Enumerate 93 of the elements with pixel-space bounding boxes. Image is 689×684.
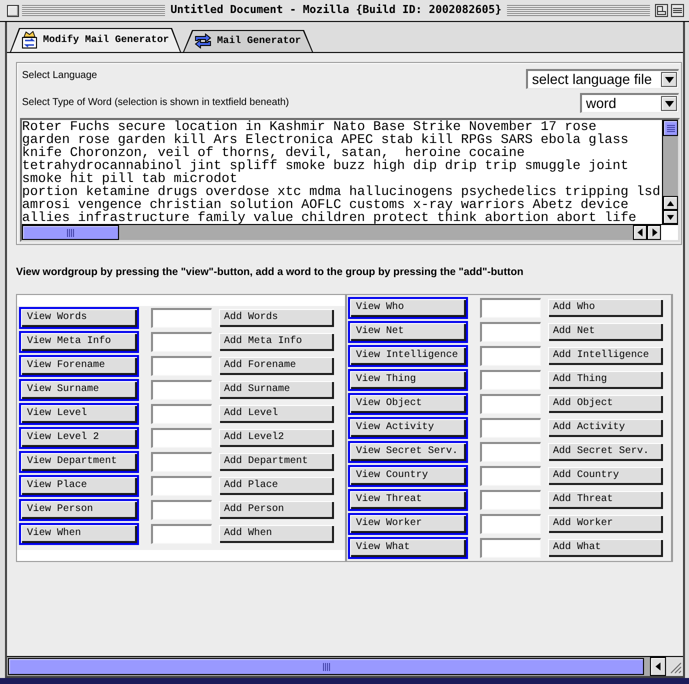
view-button[interactable]: View Object — [348, 393, 468, 415]
add-button[interactable]: Add Department — [219, 453, 334, 471]
add-button[interactable]: Add When — [219, 525, 334, 543]
view-button[interactable]: View Threat — [348, 489, 468, 511]
word-input[interactable] — [480, 418, 541, 438]
view-button[interactable]: View Secret Serv. — [348, 441, 468, 463]
view-button[interactable]: View Country — [348, 465, 468, 487]
view-button[interactable]: View Department — [19, 451, 139, 473]
text-area[interactable] — [20, 118, 680, 242]
resize-grip-icon[interactable] — [666, 657, 683, 676]
add-button[interactable]: Add Object — [548, 395, 663, 413]
add-button[interactable]: Add Level2 — [219, 429, 334, 447]
add-button[interactable]: Add Activity — [548, 419, 663, 437]
left-arrow-icon — [636, 228, 644, 237]
add-button[interactable]: Add Meta Info — [219, 333, 334, 351]
word-input[interactable] — [480, 298, 541, 318]
dropdown-arrow-icon — [664, 100, 674, 106]
scroll-up-button[interactable] — [663, 196, 678, 210]
word-input[interactable] — [480, 514, 541, 534]
add-button[interactable]: Add Net — [548, 323, 663, 341]
add-button[interactable]: Add Surname — [219, 381, 334, 399]
instruction-text: View wordgroup by pressing the "view"-button, add a word to the group by pressing the "add"-button — [16, 265, 524, 279]
view-button[interactable]: View Level — [19, 403, 139, 425]
view-button[interactable]: View Activity — [348, 417, 468, 439]
text-area-value: Roter Fuchs secure location in Kashmir Nato Base Strike November 17 rose garden rose garden kill Ars Electronica APEC stab kill RPGs SARS ebola glass knife Choronzon, veil of thorns, devil, satan, heroine cocaine tetrahydrocannabinol jint spliff smoke buzz high dip drip trip smuggle joint smoke hit pill tab microdot portion ketamine drugs overdose xtc mdma hallucinogens psychedelics tripping lsd amrosi vengence christian solution AOFLC customs x-ray warriors Abetz device allies infrastructure family value children protect think abortion abort life — [22, 120, 662, 224]
add-button[interactable]: Add Intelligence — [548, 347, 663, 365]
scroll-down-button[interactable] — [663, 210, 678, 224]
word-input[interactable] — [480, 394, 541, 414]
add-button[interactable]: Add Secret Serv. — [548, 443, 663, 461]
add-button[interactable]: Add Person — [219, 501, 334, 519]
language-label: Select Language — [22, 70, 98, 82]
scroll-left-button[interactable] — [650, 657, 666, 676]
right-arrow-icon — [650, 228, 658, 237]
scrollbar-thumb[interactable] — [22, 225, 119, 240]
tab[interactable]: Mail Generator — [183, 30, 314, 52]
add-button[interactable]: Add What — [548, 539, 663, 557]
add-button[interactable]: Add Worker — [548, 515, 663, 533]
view-button[interactable]: View Person — [19, 499, 139, 521]
view-button[interactable]: View Net — [348, 321, 468, 343]
word-input[interactable] — [480, 346, 541, 366]
add-button[interactable]: Add Words — [219, 309, 334, 327]
scroll-right-button[interactable] — [647, 225, 661, 240]
scroll-left-button[interactable] — [633, 225, 647, 240]
view-button[interactable]: View Place — [19, 475, 139, 497]
word-input[interactable] — [151, 452, 212, 472]
word-input[interactable] — [151, 524, 212, 544]
view-button[interactable]: View Worker — [348, 513, 468, 535]
view-button[interactable]: View When — [19, 523, 139, 545]
add-button[interactable]: Add Country — [548, 467, 663, 485]
word-input[interactable] — [480, 370, 541, 390]
view-button[interactable]: View Meta Info — [19, 331, 139, 353]
add-button[interactable]: Add Forename — [219, 357, 334, 375]
window-title: Untitled Document - Mozilla {Build ID: 2002082605} — [169, 2, 503, 18]
add-button[interactable]: Add Threat — [548, 491, 663, 509]
add-button[interactable]: Add Level — [219, 405, 334, 423]
letter-arrows-icon — [21, 31, 38, 49]
word-input[interactable] — [151, 404, 212, 424]
word-input[interactable] — [151, 476, 212, 496]
word-type-select[interactable]: word — [580, 93, 679, 113]
word-input[interactable] — [480, 442, 541, 462]
left-arrow-icon — [654, 662, 662, 671]
word-input[interactable] — [151, 500, 212, 520]
tab[interactable]: Modify Mail Generator — [10, 28, 182, 52]
view-button[interactable]: View Level 2 — [19, 427, 139, 449]
view-button[interactable]: View Thing — [348, 369, 468, 391]
down-arrow-icon — [666, 212, 675, 222]
add-button[interactable]: Add Thing — [548, 371, 663, 389]
word-type-label: Select Type of Word (selection is shown in textfield beneath) — [22, 97, 289, 109]
dropdown-arrow-icon — [664, 76, 674, 82]
word-input[interactable] — [151, 428, 212, 448]
add-button[interactable]: Add Place — [219, 477, 334, 495]
word-input[interactable] — [151, 356, 212, 376]
word-input[interactable] — [151, 380, 212, 400]
view-button[interactable]: View Who — [348, 297, 468, 319]
view-button[interactable]: View What — [348, 537, 468, 559]
language-select[interactable]: select language file — [526, 69, 679, 89]
word-input[interactable] — [151, 308, 212, 328]
word-input[interactable] — [480, 490, 541, 510]
view-button[interactable]: View Forename — [19, 355, 139, 377]
swap-arrows-icon — [194, 33, 212, 49]
word-input[interactable] — [151, 332, 212, 352]
word-input[interactable] — [480, 322, 541, 342]
collapse-box-icon[interactable] — [671, 4, 684, 17]
zoom-box-icon[interactable] — [655, 4, 668, 17]
view-button[interactable]: View Intelligence — [348, 345, 468, 367]
view-button[interactable]: View Words — [19, 307, 139, 329]
scrollbar-thumb[interactable] — [663, 120, 678, 136]
add-button[interactable]: Add Who — [548, 299, 663, 317]
word-input[interactable] — [480, 538, 541, 558]
close-box[interactable] — [7, 4, 19, 16]
word-input[interactable] — [480, 466, 541, 486]
view-button[interactable]: View Surname — [19, 379, 139, 401]
up-arrow-icon — [666, 198, 675, 208]
